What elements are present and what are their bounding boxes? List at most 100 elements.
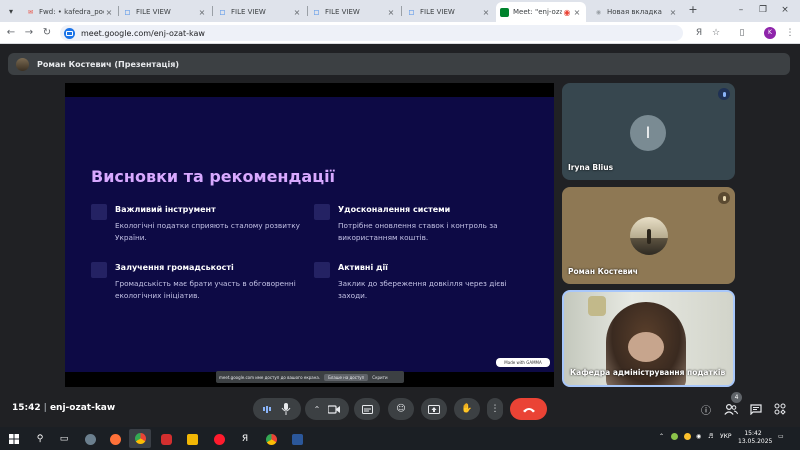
tab-file-view-4[interactable]: □ FILE VIEW ×: [403, 2, 495, 22]
tab-gmail[interactable]: ✉ Fwd: • kafedra_podat ×: [22, 2, 118, 22]
card-marker: [314, 204, 330, 220]
card-heading: Активні дії: [338, 263, 388, 272]
file-icon: □: [219, 8, 226, 16]
participant-tile[interactable]: Роман Костевич: [562, 187, 735, 284]
task-view-icon[interactable]: ▭: [56, 431, 72, 447]
back-button[interactable]: ←: [4, 26, 18, 40]
activities-icon[interactable]: [772, 401, 788, 417]
word-icon[interactable]: [289, 431, 305, 447]
tab-file-view-2[interactable]: □ FILE VIEW ×: [214, 2, 306, 22]
address-bar: ← → ↻ meet.google.com/enj-ozat-kaw Я ☆ ▯…: [0, 22, 800, 44]
tab-search-icon[interactable]: ▾: [4, 4, 18, 18]
close-icon[interactable]: ×: [668, 8, 678, 17]
participant-name: Кафедра адміністрування податків: [570, 368, 726, 377]
volume-icon[interactable]: ♬: [708, 433, 713, 440]
file-icon: □: [408, 8, 415, 16]
camera-icon[interactable]: [328, 404, 341, 414]
meeting-code: enj-ozat-kaw: [49, 403, 116, 413]
chrome-icon[interactable]: [263, 431, 279, 447]
tray-app-icon[interactable]: [684, 433, 691, 442]
muted-mic-icon: [718, 88, 730, 100]
translate-icon[interactable]: Я: [692, 26, 706, 40]
taskbar: ⚲ ▭ Я ⌃ ◉ ♬ УКР 15:42 13.05.2025 ▭: [0, 427, 800, 450]
bookmark-star-icon[interactable]: ☆: [709, 26, 723, 40]
meeting-details-icon[interactable]: ⓘ: [698, 401, 714, 417]
tab-title: FILE VIEW: [420, 8, 455, 16]
people-icon[interactable]: [723, 401, 739, 417]
emblem-image: [588, 296, 606, 316]
forward-button[interactable]: →: [22, 26, 36, 40]
tab-title: Meet: "enj-ozat: [513, 8, 562, 16]
recording-icon: ◉: [563, 7, 571, 17]
made-with-badge[interactable]: Made with GAMMA: [496, 358, 550, 367]
language-indicator[interactable]: УКР: [720, 433, 732, 440]
close-icon[interactable]: ×: [104, 8, 114, 17]
menu-dots-icon[interactable]: ⋮: [783, 26, 797, 40]
gmail-icon: ✉: [27, 8, 34, 16]
clock-date: 13.05.2025: [738, 438, 773, 445]
tray-app-icon[interactable]: [671, 433, 678, 442]
hide-notice-button[interactable]: Скрити: [372, 375, 387, 380]
end-call-icon: [522, 406, 536, 413]
present-screen-button[interactable]: [421, 398, 447, 420]
tab-new[interactable]: ◉ Новая вкладка ×: [590, 2, 682, 22]
search-icon[interactable]: ⚲: [32, 431, 48, 447]
raise-hand-button[interactable]: ✋: [454, 398, 480, 420]
network-icon[interactable]: ◉: [696, 433, 701, 440]
more-vert-icon: ⋮: [490, 404, 500, 414]
maximize-button[interactable]: ❐: [756, 3, 770, 17]
extensions-icon[interactable]: ▯: [735, 26, 749, 40]
firefox-icon[interactable]: [107, 431, 123, 447]
url-field[interactable]: meet.google.com/enj-ozat-kaw: [60, 25, 683, 41]
card-marker: [91, 262, 107, 278]
chrome-icon: ◉: [595, 8, 602, 16]
avatar: [16, 57, 29, 71]
close-window-button[interactable]: ×: [778, 3, 792, 17]
microphone-icon[interactable]: [281, 403, 291, 415]
leave-call-button[interactable]: [510, 398, 547, 420]
file-icon: □: [313, 8, 320, 16]
profile-avatar[interactable]: K: [764, 27, 776, 39]
captions-button[interactable]: [354, 398, 380, 420]
close-icon[interactable]: ×: [481, 8, 491, 17]
screen-share: Висновки та рекомендації Важливий інстру…: [65, 83, 554, 387]
close-icon[interactable]: ×: [386, 8, 396, 17]
separator: |: [43, 403, 47, 413]
close-icon[interactable]: ×: [292, 8, 302, 17]
yandex-icon[interactable]: Я: [237, 431, 253, 447]
participant-tile[interactable]: Кафедра адміністрування податків: [562, 290, 735, 387]
participant-tile[interactable]: I Iryna Blius: [562, 83, 735, 180]
emoji-icon: ☺: [396, 404, 406, 414]
tab-file-view-3[interactable]: □ FILE VIEW ×: [308, 2, 400, 22]
close-icon[interactable]: ×: [572, 8, 582, 17]
browser-tab-bar: ▾ ✉ Fwd: • kafedra_podat × □ FILE VIEW ×…: [0, 0, 800, 22]
app-red-icon[interactable]: [158, 431, 174, 447]
system-clock[interactable]: 15:42 13.05.2025: [738, 430, 773, 446]
tray-chevron-icon[interactable]: ⌃: [659, 433, 664, 440]
reload-button[interactable]: ↻: [40, 26, 54, 40]
tab-divider: [401, 6, 402, 16]
reactions-button[interactable]: ☺: [388, 398, 414, 420]
tab-file-view-1[interactable]: □ FILE VIEW ×: [119, 2, 211, 22]
notifications-icon[interactable]: ▭: [778, 433, 784, 440]
participant-name: Iryna Blius: [568, 163, 614, 172]
present-icon: [428, 404, 440, 414]
muted-mic-icon: [718, 192, 730, 204]
minimize-button[interactable]: –: [734, 3, 748, 17]
chrome-taskbar-icon[interactable]: [129, 429, 151, 448]
site-info-icon[interactable]: [64, 27, 75, 39]
more-options-button[interactable]: ⋮: [487, 398, 503, 420]
stop-sharing-button[interactable]: Блаше на доступ: [324, 373, 369, 381]
chat-icon[interactable]: [748, 401, 764, 417]
files-icon[interactable]: [184, 431, 200, 447]
meet-icon: [500, 7, 509, 17]
camera-control[interactable]: ⌃: [305, 398, 349, 420]
app-icon[interactable]: [82, 431, 98, 447]
card-heading: Важливий інструмент: [115, 205, 216, 214]
windows-start-icon[interactable]: [6, 431, 22, 447]
tab-meet[interactable]: Meet: "enj-ozat ◉ ×: [496, 2, 586, 22]
new-tab-button[interactable]: +: [686, 3, 700, 17]
chevron-up-icon[interactable]: ⌃: [314, 405, 321, 414]
opera-icon[interactable]: [211, 431, 227, 447]
close-icon[interactable]: ×: [197, 8, 207, 17]
